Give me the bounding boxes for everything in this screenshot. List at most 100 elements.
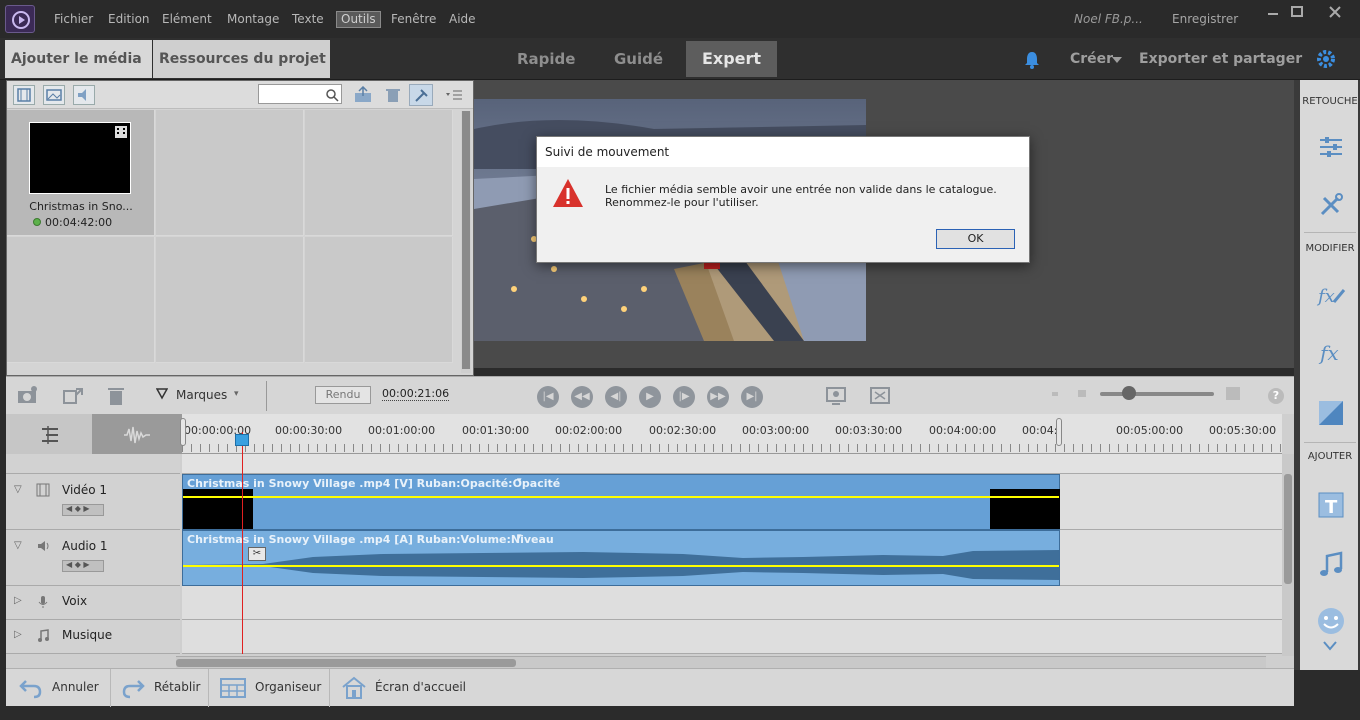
playhead-handle[interactable] <box>235 434 249 446</box>
tab-guide[interactable]: Guidé <box>614 50 663 68</box>
expand-track-icon[interactable]: ▷ <box>14 595 22 606</box>
fx-icon[interactable]: fx <box>1316 338 1346 368</box>
gear-icon[interactable] <box>1315 48 1337 70</box>
project-media-panel: Christmas in Sno... 00:04:42:00 <box>6 80 474 376</box>
collapse-track-icon[interactable]: ▽ <box>14 484 22 495</box>
track-list-button[interactable] <box>6 414 92 454</box>
close-icon[interactable] <box>1324 4 1346 20</box>
rewind-icon[interactable]: ◀◀ <box>571 386 593 408</box>
pin-icon[interactable] <box>409 84 433 106</box>
current-timecode[interactable]: 00:00:21:06 <box>382 387 450 401</box>
film-filter-icon[interactable] <box>13 85 35 105</box>
add-media-button[interactable]: Ajouter le média <box>5 40 152 99</box>
panel-menu-icon[interactable] <box>443 86 465 104</box>
audio-clip[interactable]: Christmas in Snowy Village .mp4 [A] Ruba… <box>182 530 1060 586</box>
menu-aide[interactable]: Aide <box>449 12 476 26</box>
scrollbar-thumb[interactable] <box>176 659 516 667</box>
menu-montage[interactable]: Montage <box>227 12 279 26</box>
keyframe-nav[interactable]: ◀ ◆ ▶ <box>62 560 104 572</box>
undo-button[interactable]: Annuler <box>52 680 99 694</box>
menu-texte[interactable]: Texte <box>292 12 324 26</box>
menu-fenetre[interactable]: Fenêtre <box>391 12 436 26</box>
zoom-in-icon[interactable] <box>1226 387 1240 400</box>
camera-icon[interactable] <box>16 385 40 407</box>
minimize-icon[interactable] <box>1262 4 1284 20</box>
redo-button[interactable]: Rétablir <box>154 680 200 694</box>
zoom-slider[interactable] <box>1100 392 1214 396</box>
chevron-down-icon[interactable]: ▾ <box>517 532 522 542</box>
project-assets-button[interactable]: Ressources du projet <box>153 40 330 99</box>
search-input[interactable] <box>258 84 342 104</box>
menu-edition[interactable]: Edition <box>108 12 150 26</box>
rotate-icon[interactable] <box>62 385 86 407</box>
work-area-end-handle[interactable] <box>1056 418 1062 446</box>
menu-element[interactable]: Elément <box>162 12 212 26</box>
track-body-musique[interactable] <box>182 620 1282 654</box>
timeline-vertical-scrollbar[interactable] <box>1282 454 1294 656</box>
step-forward-icon[interactable]: |▶ <box>673 386 695 408</box>
redo-icon[interactable] <box>120 677 146 699</box>
timeline-ruler[interactable]: 00:00:00:00 00:00:30:00 00:01:00:00 00:0… <box>180 414 1282 454</box>
organizer-icon[interactable] <box>220 678 246 698</box>
folder-up-icon[interactable] <box>353 85 373 104</box>
app-logo-icon[interactable] <box>5 5 35 33</box>
bell-icon[interactable] <box>1022 50 1042 70</box>
transition-icon[interactable] <box>1316 398 1346 428</box>
go-to-end-icon[interactable]: ▶| <box>741 386 763 408</box>
opacity-line[interactable] <box>183 496 1059 498</box>
media-scrollbar[interactable] <box>461 111 471 373</box>
work-area-start-handle[interactable] <box>180 418 186 446</box>
trash-icon[interactable] <box>106 385 126 407</box>
scissors-icon[interactable]: ✂ <box>248 547 266 561</box>
menu-fichier[interactable]: Fichier <box>54 12 93 26</box>
help-icon[interactable]: ? <box>1268 388 1284 404</box>
export-share-button[interactable]: Exporter et partager <box>1139 51 1302 67</box>
zoom-slider-handle[interactable] <box>1122 386 1136 400</box>
monitor-settings-icon[interactable] <box>824 385 848 407</box>
ok-button[interactable]: OK <box>936 229 1015 249</box>
step-back-icon[interactable]: ◀| <box>605 386 627 408</box>
expand-track-icon[interactable]: ▷ <box>14 629 22 640</box>
home-icon[interactable] <box>341 675 367 701</box>
chevron-down-icon[interactable]: ▾ <box>517 476 522 486</box>
fit-to-screen-icon[interactable] <box>868 385 892 407</box>
title-text-icon[interactable]: T <box>1316 490 1346 520</box>
zoom-out-small-icon[interactable] <box>1078 390 1086 397</box>
audio-waveform-button[interactable] <box>92 414 182 454</box>
music-note-icon[interactable] <box>1316 550 1346 580</box>
collapse-track-icon[interactable]: ▽ <box>14 540 22 551</box>
track-body-voix[interactable] <box>182 586 1282 620</box>
timeline-horizontal-scrollbar[interactable] <box>176 656 1266 668</box>
undo-icon[interactable] <box>18 677 44 699</box>
create-button[interactable]: Créer <box>1070 51 1113 67</box>
play-icon[interactable]: ▶ <box>639 386 661 408</box>
image-filter-icon[interactable] <box>43 85 65 105</box>
home-screen-button[interactable]: Écran d'accueil <box>375 680 466 694</box>
maximize-icon[interactable] <box>1286 4 1308 20</box>
audio-filter-icon[interactable] <box>73 85 95 105</box>
save-button[interactable]: Enregistrer <box>1172 12 1238 26</box>
trash-icon[interactable] <box>383 86 403 104</box>
go-to-start-icon[interactable]: |◀ <box>537 386 559 408</box>
volume-line[interactable] <box>183 565 1059 567</box>
smiley-icon[interactable] <box>1316 606 1346 636</box>
markers-dropdown[interactable]: Marques <box>176 388 227 402</box>
marker-icon[interactable] <box>155 388 169 400</box>
render-button[interactable]: Rendu <box>315 386 371 404</box>
organizer-button[interactable]: Organiseur <box>255 680 321 694</box>
zoom-out-icon[interactable] <box>1052 392 1058 396</box>
adjust-sliders-icon[interactable] <box>1316 132 1346 162</box>
video-clip[interactable]: Christmas in Snowy Village .mp4 [V] Ruba… <box>182 474 1060 530</box>
tab-expert[interactable]: Expert <box>686 41 777 77</box>
menu-outils[interactable]: Outils <box>336 11 381 28</box>
tab-rapide[interactable]: Rapide <box>517 50 575 68</box>
tools-icon[interactable] <box>1316 190 1346 220</box>
media-clip-card[interactable]: Christmas in Sno... 00:04:42:00 <box>7 110 155 236</box>
divider <box>329 669 330 707</box>
track-name: Audio 1 <box>62 539 108 553</box>
fx-edit-icon[interactable]: fx <box>1316 280 1346 310</box>
fast-forward-icon[interactable]: ▶▶ <box>707 386 729 408</box>
keyframe-nav[interactable]: ◀ ◆ ▶ <box>62 504 104 516</box>
ruler-tick: 00:02:30:00 <box>649 424 717 437</box>
chevron-down-icon[interactable] <box>1322 640 1338 652</box>
